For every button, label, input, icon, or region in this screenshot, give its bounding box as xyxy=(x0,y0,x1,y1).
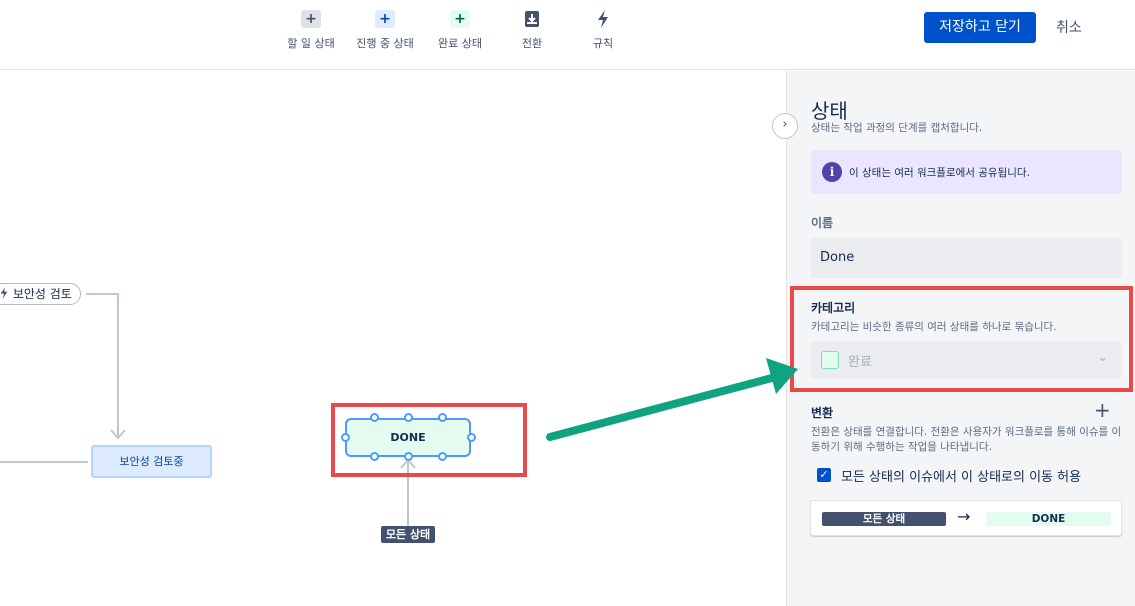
annotation-arrow xyxy=(546,358,798,441)
